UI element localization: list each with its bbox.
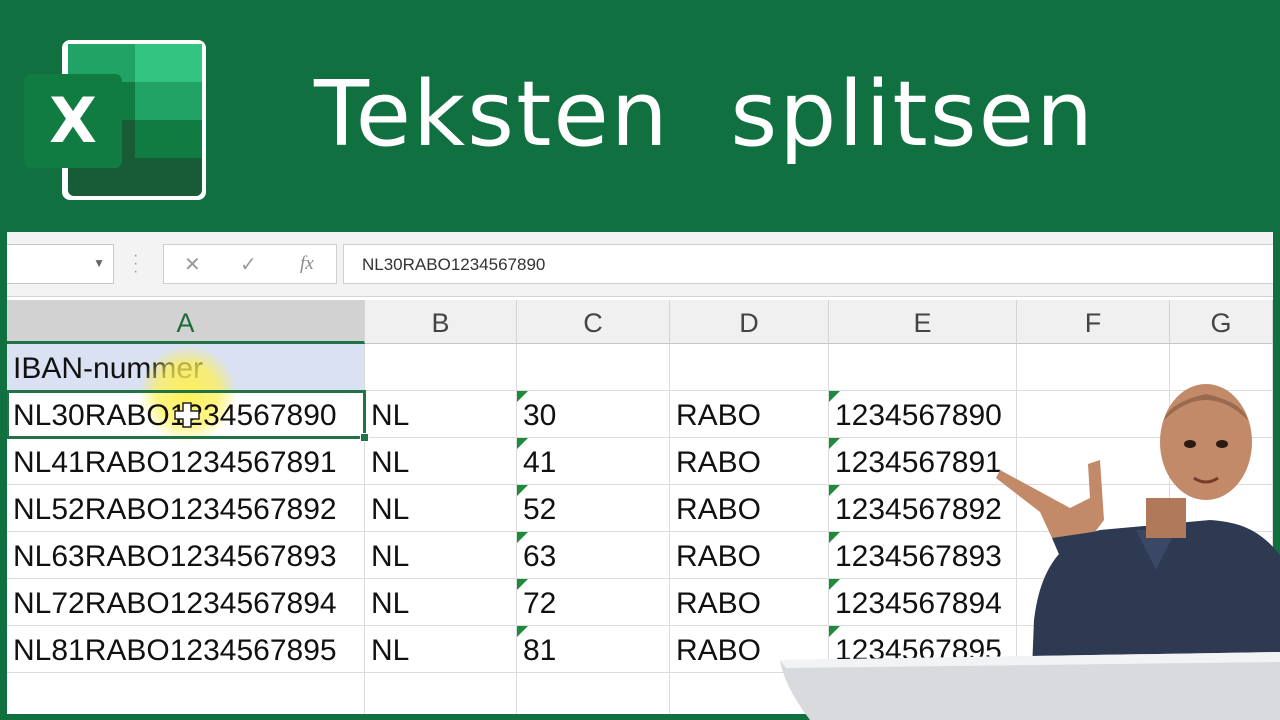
cell-d1[interactable] [670, 344, 829, 391]
cell-c7[interactable]: 81 [517, 626, 670, 673]
cell-a6[interactable]: NL72RABO1234567894 [7, 579, 365, 626]
enter-icon[interactable]: ✓ [240, 252, 257, 277]
cell-b3[interactable]: NL [365, 438, 517, 485]
column-header-g[interactable]: G [1170, 300, 1273, 344]
formula-input[interactable]: NL30RABO1234567890 [343, 244, 1273, 284]
logo-letter: X [49, 84, 97, 157]
text-number-warning-icon[interactable] [829, 391, 840, 402]
title-banner: X Teksten splitsen [0, 0, 1280, 232]
formula-text: NL30RABO1234567890 [362, 255, 546, 274]
cell-b2[interactable]: NL [365, 391, 517, 438]
text-number-warning-icon[interactable] [829, 438, 840, 449]
column-header-f[interactable]: F [1017, 300, 1170, 344]
cell-b5[interactable]: NL [365, 532, 517, 579]
excel-logo-icon: X [24, 40, 206, 200]
cell-a7[interactable]: NL81RABO1234567895 [7, 626, 365, 673]
column-header-c[interactable]: C [517, 300, 670, 344]
cell-c8[interactable] [517, 673, 670, 714]
cell-a4[interactable]: NL52RABO1234567892 [7, 485, 365, 532]
text-number-warning-icon[interactable] [517, 485, 528, 496]
cell-d4[interactable]: RABO [670, 485, 829, 532]
cell-d5[interactable]: RABO [670, 532, 829, 579]
cell-b1[interactable] [365, 344, 517, 391]
cell-c2[interactable]: 30 [517, 391, 670, 438]
text-number-warning-icon[interactable] [517, 438, 528, 449]
cell-c6[interactable]: 72 [517, 579, 670, 626]
cell-d2[interactable]: RABO [670, 391, 829, 438]
cell-d6[interactable]: RABO [670, 579, 829, 626]
cancel-icon[interactable]: ✕ [184, 252, 201, 277]
column-header-a[interactable]: A [7, 300, 365, 344]
cell-a8[interactable] [7, 673, 365, 714]
resize-handle-icon[interactable]: · · · [133, 248, 138, 280]
text-number-warning-icon[interactable] [829, 626, 840, 637]
text-number-warning-icon[interactable] [517, 391, 528, 402]
chevron-down-icon[interactable]: ▼ [93, 256, 105, 270]
desk-surface [780, 652, 1280, 720]
video-title: Teksten splitsen [314, 62, 1095, 167]
column-header-e[interactable]: E [829, 300, 1017, 344]
column-header-b[interactable]: B [365, 300, 517, 344]
cell-cursor-icon [174, 402, 200, 428]
text-number-warning-icon[interactable] [517, 532, 528, 543]
formula-bar: ▼ · · · ✕ ✓ fx NL30RABO1234567890 [7, 232, 1273, 297]
text-number-warning-icon[interactable] [517, 626, 528, 637]
cell-b6[interactable]: NL [365, 579, 517, 626]
cell-c5[interactable]: 63 [517, 532, 670, 579]
text-number-warning-icon[interactable] [829, 579, 840, 590]
cell-b7[interactable]: NL [365, 626, 517, 673]
cell-a5[interactable]: NL63RABO1234567893 [7, 532, 365, 579]
column-header-d[interactable]: D [670, 300, 829, 344]
cell-b8[interactable] [365, 673, 517, 714]
cell-b4[interactable]: NL [365, 485, 517, 532]
text-number-warning-icon[interactable] [829, 532, 840, 543]
name-box[interactable]: ▼ [7, 244, 114, 284]
formula-buttons: ✕ ✓ fx [163, 244, 337, 284]
cell-d3[interactable]: RABO [670, 438, 829, 485]
cell-c4[interactable]: 52 [517, 485, 670, 532]
text-number-warning-icon[interactable] [829, 485, 840, 496]
cell-c3[interactable]: 41 [517, 438, 670, 485]
fill-handle[interactable] [360, 433, 369, 442]
text-number-warning-icon[interactable] [517, 579, 528, 590]
cell-c1[interactable] [517, 344, 670, 391]
cell-a3[interactable]: NL41RABO1234567891 [7, 438, 365, 485]
insert-function-icon[interactable]: fx [300, 253, 314, 275]
